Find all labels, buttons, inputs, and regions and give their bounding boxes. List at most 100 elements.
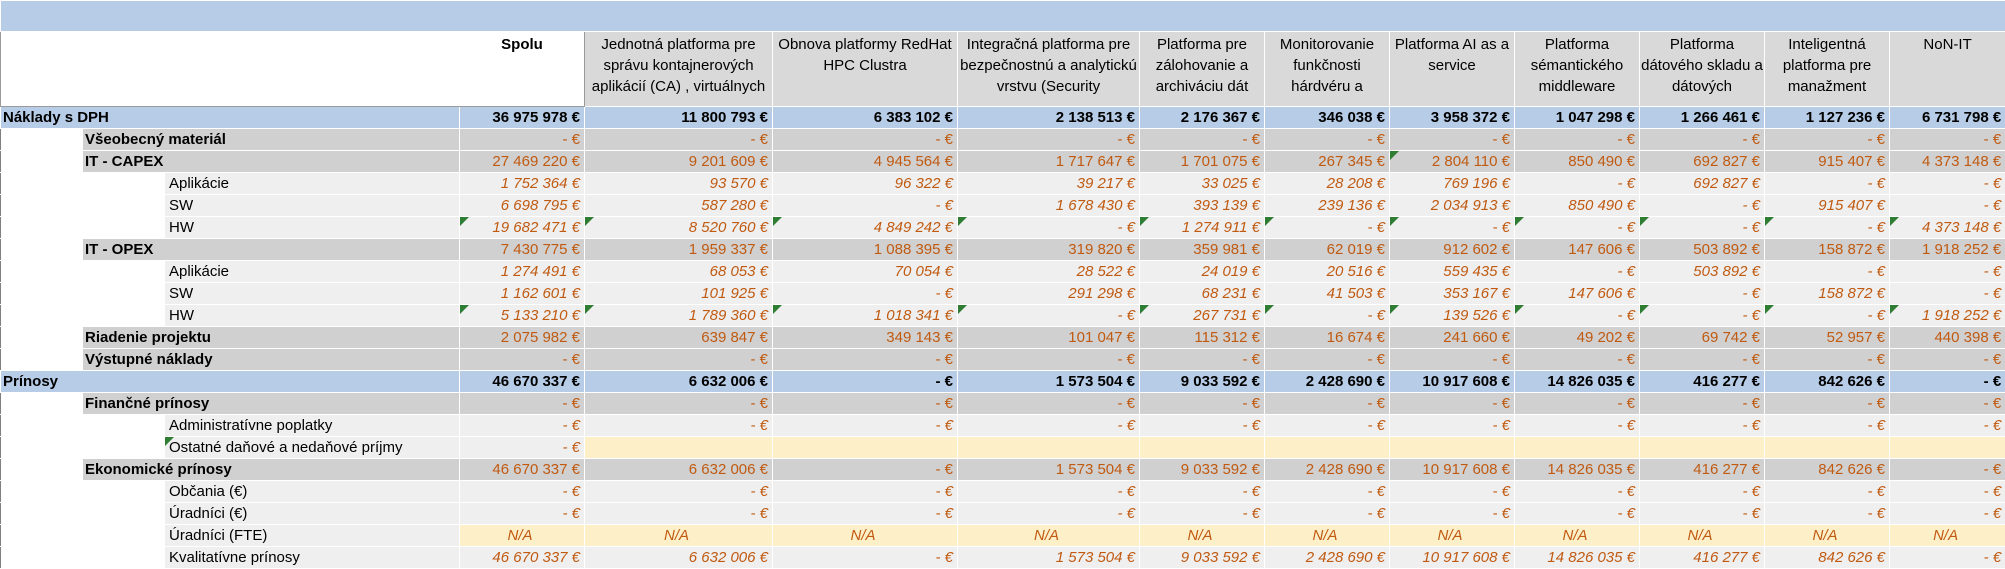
value-cell[interactable]: - €	[1514, 480, 1640, 503]
value-cell[interactable]: - €	[1639, 392, 1765, 415]
row-header-cell[interactable]	[0, 150, 83, 173]
row-header-cell[interactable]	[0, 414, 83, 437]
value-cell[interactable]: 4 373 148 €	[1888, 216, 2005, 239]
value-cell[interactable]: 6 632 006 €	[584, 370, 773, 393]
value-cell[interactable]: 416 277 €	[1639, 546, 1765, 569]
column-header[interactable]: Integračná platforma pre bezpečnostnú a …	[957, 31, 1140, 107]
value-cell[interactable]: - €	[772, 194, 958, 217]
value-cell[interactable]: - €	[584, 502, 773, 525]
value-cell[interactable]: - €	[1139, 348, 1265, 371]
value-cell[interactable]: 9 201 609 €	[584, 150, 773, 173]
row-header-cell[interactable]: SW	[164, 194, 460, 217]
row-header-cell[interactable]	[0, 260, 83, 283]
value-cell[interactable]: - €	[957, 304, 1140, 327]
value-cell[interactable]: 319 820 €	[957, 238, 1140, 261]
value-cell[interactable]: 2 804 110 €	[1389, 150, 1515, 173]
value-cell[interactable]: 6 632 006 €	[584, 458, 773, 481]
value-cell[interactable]: - €	[1888, 480, 2005, 503]
row-header-cell[interactable]	[0, 524, 83, 547]
value-cell[interactable]: 14 826 035 €	[1514, 370, 1640, 393]
value-cell[interactable]: - €	[1764, 480, 1890, 503]
value-cell[interactable]: 115 312 €	[1139, 326, 1265, 349]
value-cell[interactable]: 1 752 364 €	[459, 172, 585, 195]
value-cell[interactable]: 6 383 102 €	[772, 106, 958, 129]
value-cell[interactable]: 8 520 760 €	[584, 216, 773, 239]
row-header-cell[interactable]: Aplikácie	[164, 260, 460, 283]
value-cell[interactable]: - €	[1639, 348, 1765, 371]
value-cell[interactable]: 1 573 504 €	[957, 546, 1140, 569]
value-cell[interactable]: 349 143 €	[772, 326, 958, 349]
value-cell[interactable]	[1389, 436, 1515, 459]
value-cell[interactable]: - €	[459, 128, 585, 151]
value-cell[interactable]: 24 019 €	[1139, 260, 1265, 283]
value-cell[interactable]: 393 139 €	[1139, 194, 1265, 217]
value-cell[interactable]: 1 274 491 €	[459, 260, 585, 283]
value-cell[interactable]: N/A	[1264, 524, 1390, 547]
value-cell[interactable]: 912 602 €	[1389, 238, 1515, 261]
value-cell[interactable]: - €	[1139, 414, 1265, 437]
value-cell[interactable]: 416 277 €	[1639, 370, 1765, 393]
value-cell[interactable]: 842 626 €	[1764, 458, 1890, 481]
value-cell[interactable]: - €	[1764, 392, 1890, 415]
value-cell[interactable]: - €	[1639, 128, 1765, 151]
value-cell[interactable]: N/A	[1389, 524, 1515, 547]
value-cell[interactable]: - €	[1888, 128, 2005, 151]
row-header-cell[interactable]	[82, 436, 165, 459]
value-cell[interactable]: 440 398 €	[1888, 326, 2005, 349]
row-header-cell[interactable]: Kvalitatívne prínosy	[164, 546, 460, 569]
value-cell[interactable]: 9 033 592 €	[1139, 370, 1265, 393]
row-header-cell[interactable]: HW	[164, 304, 460, 327]
value-cell[interactable]: - €	[1389, 128, 1515, 151]
value-cell[interactable]: 267 731 €	[1139, 304, 1265, 327]
row-header-cell[interactable]: Náklady s DPH	[0, 106, 460, 129]
value-cell[interactable]: - €	[1888, 392, 2005, 415]
row-header-cell[interactable]	[0, 480, 83, 503]
value-cell[interactable]: - €	[1764, 502, 1890, 525]
value-cell[interactable]: - €	[1389, 216, 1515, 239]
value-cell[interactable]: N/A	[1139, 524, 1265, 547]
value-cell[interactable]: 7 430 775 €	[459, 238, 585, 261]
value-cell[interactable]: - €	[772, 414, 958, 437]
value-cell[interactable]: - €	[772, 370, 958, 393]
value-cell[interactable]: - €	[1764, 304, 1890, 327]
value-cell[interactable]: 842 626 €	[1764, 370, 1890, 393]
row-header-cell[interactable]: HW	[164, 216, 460, 239]
value-cell[interactable]: - €	[957, 392, 1140, 415]
row-header-cell[interactable]	[0, 194, 83, 217]
value-cell[interactable]: - €	[1514, 260, 1640, 283]
value-cell[interactable]: 14 826 035 €	[1514, 546, 1640, 569]
value-cell[interactable]: - €	[1389, 414, 1515, 437]
value-cell[interactable]: - €	[1514, 128, 1640, 151]
value-cell[interactable]: 769 196 €	[1389, 172, 1515, 195]
value-cell[interactable]: 93 570 €	[584, 172, 773, 195]
value-cell[interactable]: 158 872 €	[1764, 282, 1890, 305]
value-cell[interactable]: - €	[584, 348, 773, 371]
value-cell[interactable]: 27 469 220 €	[459, 150, 585, 173]
value-cell[interactable]: - €	[772, 282, 958, 305]
row-header-cell[interactable]	[0, 458, 83, 481]
value-cell[interactable]: N/A	[957, 524, 1140, 547]
value-cell[interactable]: 353 167 €	[1389, 282, 1515, 305]
value-cell[interactable]: - €	[772, 128, 958, 151]
value-cell[interactable]: 1 678 430 €	[957, 194, 1140, 217]
value-cell[interactable]: - €	[1764, 260, 1890, 283]
value-cell[interactable]: 291 298 €	[957, 282, 1140, 305]
value-cell[interactable]: 9 033 592 €	[1139, 546, 1265, 569]
value-cell[interactable]: 4 373 148 €	[1888, 150, 2005, 173]
value-cell[interactable]: - €	[459, 480, 585, 503]
value-cell[interactable]: 1 789 360 €	[584, 304, 773, 327]
value-cell[interactable]	[584, 436, 773, 459]
column-header[interactable]: Jednotná platforma pre správu kontajnero…	[584, 31, 773, 107]
value-cell[interactable]: 28 208 €	[1264, 172, 1390, 195]
value-cell[interactable]: - €	[1639, 502, 1765, 525]
value-cell[interactable]: - €	[772, 392, 958, 415]
value-cell[interactable]: 10 917 608 €	[1389, 458, 1515, 481]
value-cell[interactable]: - €	[1139, 392, 1265, 415]
value-cell[interactable]: 70 054 €	[772, 260, 958, 283]
value-cell[interactable]: - €	[1888, 414, 2005, 437]
value-cell[interactable]: 6 731 798 €	[1888, 106, 2005, 129]
value-cell[interactable]: 10 917 608 €	[1389, 546, 1515, 569]
value-cell[interactable]: - €	[1514, 172, 1640, 195]
value-cell[interactable]: - €	[459, 392, 585, 415]
value-cell[interactable]: - €	[1888, 458, 2005, 481]
